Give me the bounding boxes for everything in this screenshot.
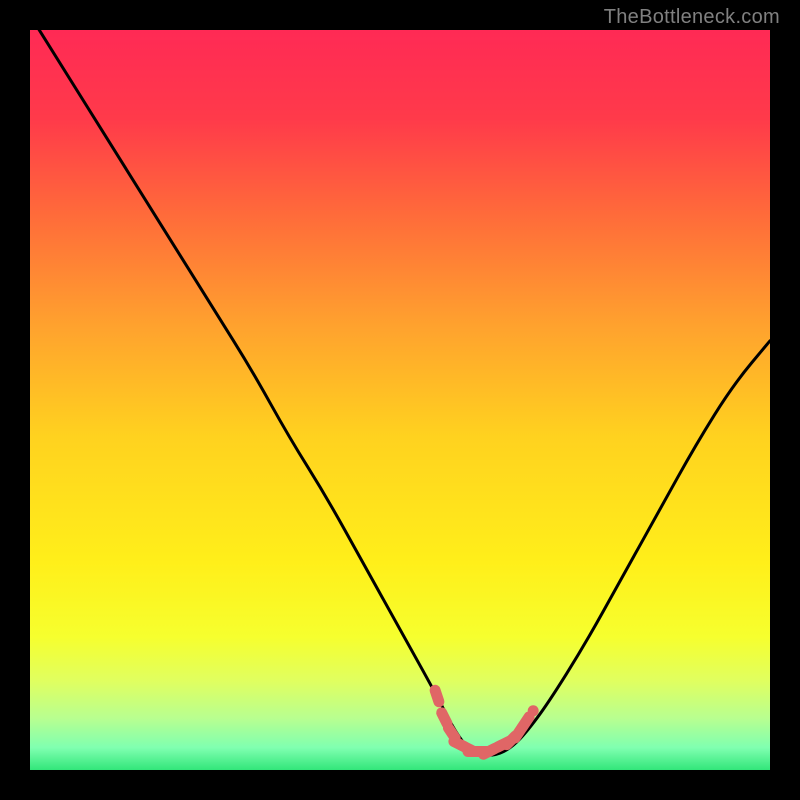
chart-svg [30, 30, 770, 770]
marker-dash [442, 713, 447, 724]
attribution-text: TheBottleneck.com [604, 6, 780, 29]
marker-dash [522, 717, 529, 727]
gradient-bg [30, 30, 770, 770]
chart-frame: TheBottleneck.com [0, 0, 800, 800]
plot-area [30, 30, 770, 770]
marker-dash [435, 690, 439, 701]
